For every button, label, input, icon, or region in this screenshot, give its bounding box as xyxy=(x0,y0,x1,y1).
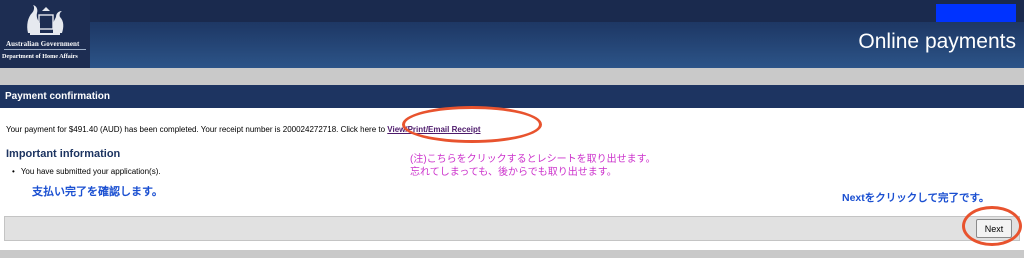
redacted-block xyxy=(936,4,1016,22)
info-list-item: You have submitted your application(s). xyxy=(12,167,161,176)
section-title: Payment confirmation xyxy=(5,91,111,102)
government-name: Australian Government xyxy=(6,40,80,48)
section-header: Payment confirmation xyxy=(0,85,1024,108)
next-highlight-oval xyxy=(962,206,1022,246)
government-logo: Australian Government Department of Home… xyxy=(0,0,90,68)
button-bar xyxy=(4,216,1020,241)
annotation-confirm-note: 支払い完了を確認します。 xyxy=(32,186,163,198)
site-header: Australian Government Department of Home… xyxy=(0,0,1024,68)
footer-gray-strip xyxy=(0,250,1024,258)
department-name: Department of Home Affairs xyxy=(2,53,78,60)
payment-message-text: Your payment for $491.40 (AUD) has been … xyxy=(6,125,388,134)
receipt-highlight-oval xyxy=(402,106,542,143)
logo-divider xyxy=(4,49,86,50)
main-content: Your payment for $491.40 (AUD) has been … xyxy=(0,106,1024,258)
annotation-next-note: Nextをクリックして完了です。 xyxy=(842,192,990,204)
header-gray-strip xyxy=(0,68,1024,85)
header-top-strip xyxy=(0,0,1024,22)
coat-of-arms-icon xyxy=(27,5,64,35)
page-title: Online payments xyxy=(858,30,1016,53)
important-info-heading: Important information xyxy=(6,148,121,160)
annotation-receipt-note-2: 忘れてしまっても、後からでも取り出せます。 xyxy=(410,167,617,178)
